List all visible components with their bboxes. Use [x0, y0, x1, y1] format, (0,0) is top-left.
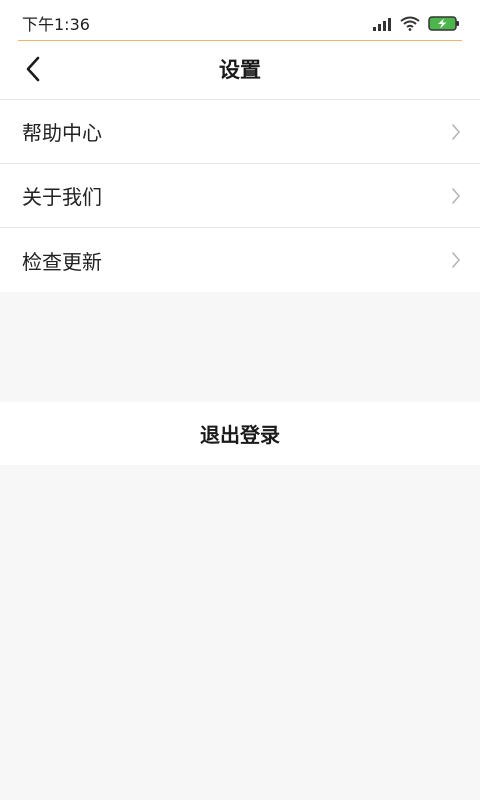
status-icons: [372, 15, 460, 35]
status-accent-line: [18, 40, 462, 41]
settings-menu-list: 帮助中心 关于我们 检查更新: [0, 100, 480, 292]
menu-item-about-us[interactable]: 关于我们: [0, 164, 480, 228]
menu-item-check-update[interactable]: 检查更新: [0, 228, 480, 292]
chevron-right-icon: [450, 123, 462, 141]
status-bar: 下午1:36: [0, 0, 480, 44]
signal-icon: [372, 16, 392, 35]
menu-item-label: 帮助中心: [22, 121, 102, 145]
status-time: 下午1:36: [22, 15, 90, 34]
menu-item-label: 关于我们: [22, 185, 102, 209]
menu-item-help-center[interactable]: 帮助中心: [0, 100, 480, 164]
menu-item-label: 检查更新: [22, 249, 102, 274]
chevron-right-icon: [450, 251, 462, 269]
chevron-right-icon: [450, 187, 462, 205]
page-title: 设置: [219, 58, 261, 82]
nav-bar: 设置: [0, 44, 480, 100]
battery-charging-icon: [428, 15, 460, 35]
wifi-icon: [400, 16, 420, 35]
logout-button[interactable]: 退出登录: [0, 402, 480, 465]
